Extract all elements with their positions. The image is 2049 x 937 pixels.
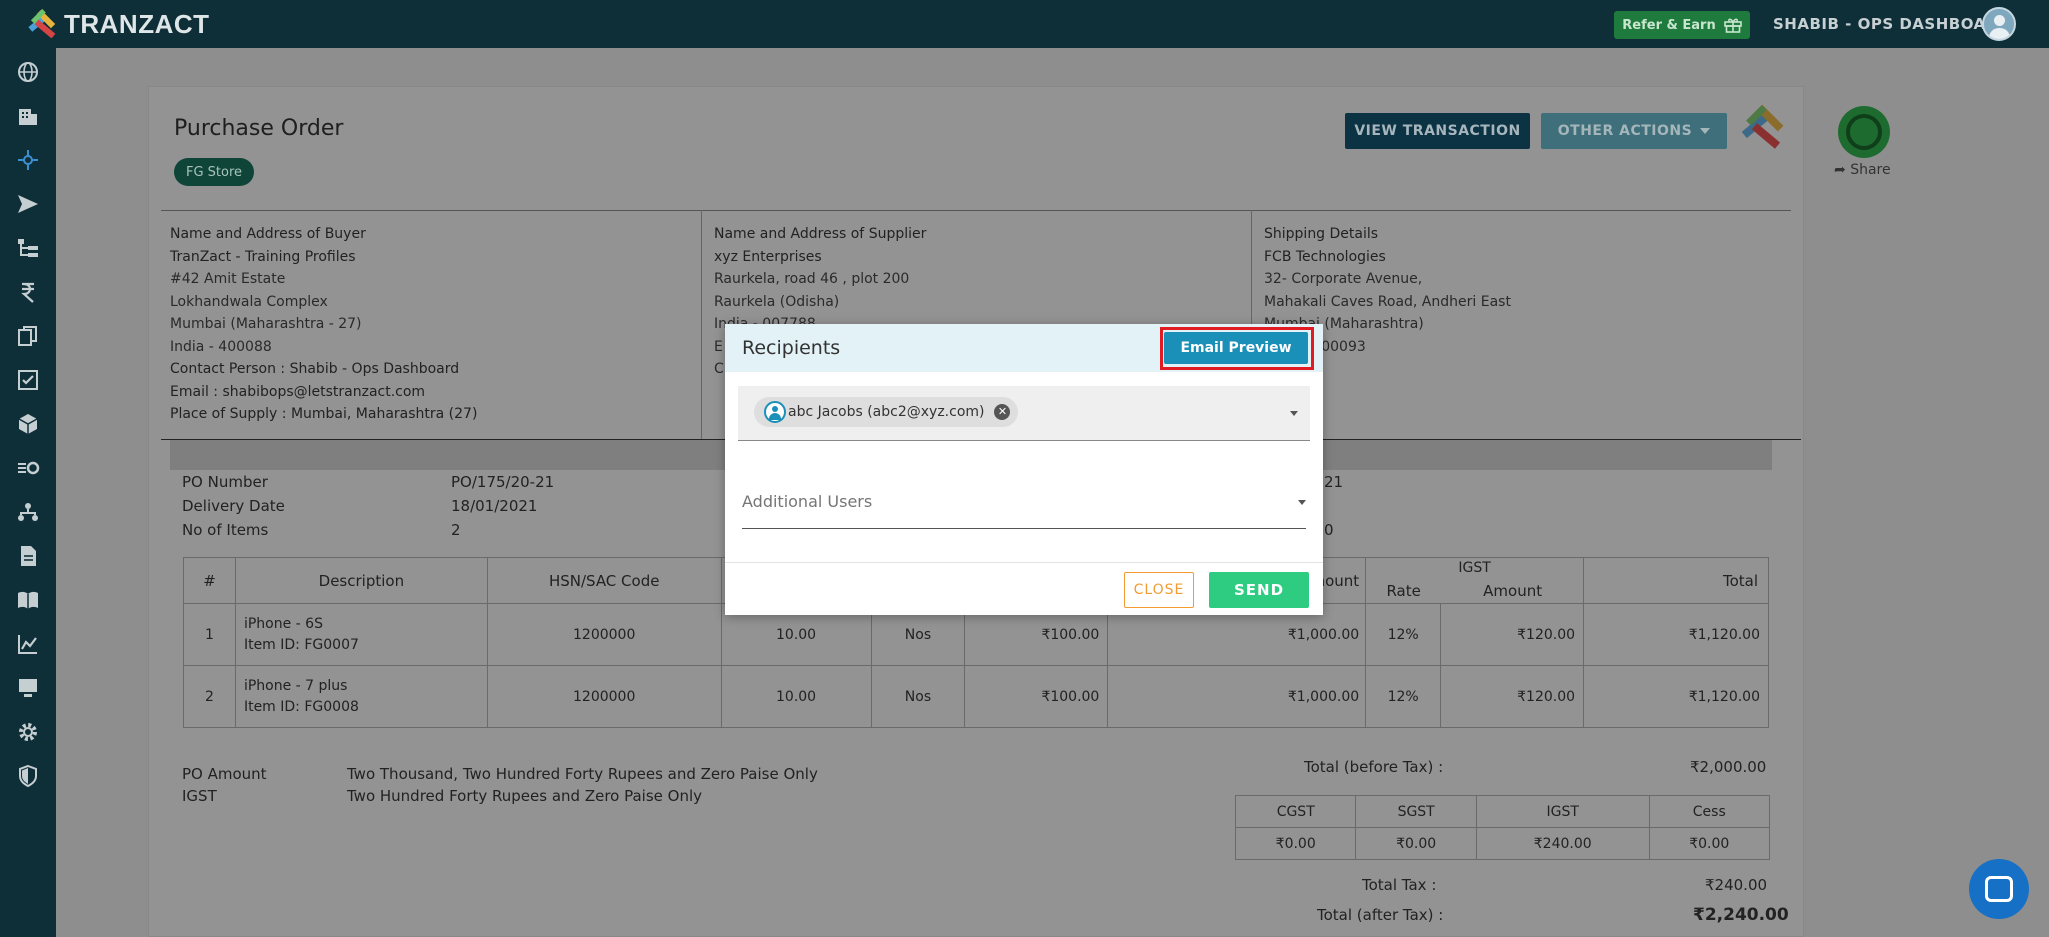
user-icon (764, 401, 786, 423)
col-hsn: HSN/SAC Code (486, 557, 722, 604)
after-tax-label: Total (after Tax) : (1317, 906, 1444, 924)
close-button[interactable]: CLOSE (1124, 572, 1194, 608)
recipients-modal: Recipients Email Preview abc Jacobs (abc… (725, 324, 1323, 615)
buyer-email: Email : shabibops@letstranzact.com (170, 384, 426, 400)
send-button[interactable]: SEND (1209, 572, 1309, 608)
other-actions-label: OTHER ACTIONS (1557, 123, 1693, 139)
meta-right-1: 21 (1324, 473, 1344, 491)
modal-title: Recipients (742, 337, 841, 359)
refer-label: Refer & Earn (1622, 17, 1716, 33)
modal-divider (725, 562, 1323, 563)
additional-users-underline (742, 528, 1306, 529)
chat-icon[interactable] (1969, 859, 2029, 919)
plus-icon[interactable] (16, 148, 40, 172)
close-icon[interactable]: ✕ (994, 404, 1011, 420)
shipping-line2: Mahakali Caves Road, Andheri East (1264, 294, 1511, 310)
shipping-name: FCB Technologies (1264, 249, 1386, 265)
total-tax-label: Total Tax : (1362, 876, 1437, 894)
delivery-date: 18/01/2021 (451, 497, 538, 515)
user-name[interactable]: SHABIB - OPS DASHBOARD (1773, 15, 2011, 33)
globe-icon[interactable] (16, 60, 40, 84)
avatar[interactable] (1982, 7, 2016, 41)
before-tax-label: Total (before Tax) : (1304, 758, 1444, 776)
buyer-name: TranZact - Training Profiles (170, 249, 356, 265)
box-icon[interactable] (16, 412, 40, 436)
po-amount-words: Two Thousand, Two Hundred Forty Rupees a… (347, 765, 818, 783)
brand-name: TRANZACT (64, 8, 210, 39)
buyer-line3: Mumbai (Maharashtra - 27) (170, 316, 362, 332)
sidebar (0, 48, 56, 937)
po-number-label: PO Number (182, 473, 268, 491)
buyer-supply: Place of Supply : Mumbai, Maharashtra (2… (170, 406, 478, 422)
email-preview-button[interactable]: Email Preview (1164, 332, 1308, 364)
share-label: Share (1850, 162, 1891, 178)
table-row: 2 iPhone - 7 plus Item ID: FG0008 1200000… (183, 665, 1769, 728)
igst-label: IGST (182, 787, 217, 805)
hierarchy-icon[interactable] (16, 236, 40, 260)
buyer-contact: Contact Person : Shabib - Ops Dashboard (170, 361, 460, 377)
buyer-line2: Lokhandwala Complex (170, 294, 328, 310)
view-transaction-button[interactable]: VIEW TRANSACTION (1345, 113, 1530, 149)
file-icon[interactable] (16, 544, 40, 568)
other-actions-button[interactable]: OTHER ACTIONS (1541, 113, 1727, 149)
col-description: Description (234, 557, 488, 604)
buyer-line4: India - 400088 (170, 339, 272, 355)
tranzact-mark-icon (1741, 104, 1784, 149)
gift-icon (1723, 18, 1742, 33)
book-icon[interactable] (16, 588, 40, 612)
monitor-icon[interactable] (16, 676, 40, 700)
buyer-heading: Name and Address of Buyer (170, 226, 366, 242)
col-total: Total (1583, 557, 1769, 604)
before-tax-value: ₹2,000.00 (1690, 758, 1767, 776)
chevron-down-icon[interactable] (1290, 411, 1298, 416)
org-icon[interactable] (16, 500, 40, 524)
supplier-line2: Raurkela (Odisha) (714, 294, 840, 310)
col-num: # (183, 557, 236, 604)
recipients-select[interactable]: abc Jacobs (abc2@xyz.com) ✕ (738, 386, 1310, 441)
modal-header: Recipients Email Preview (725, 324, 1323, 372)
shipping-line1: 32- Corporate Avenue, (1264, 271, 1423, 287)
delivery-date-label: Delivery Date (182, 497, 285, 515)
share-button[interactable]: ➦ Share (1834, 162, 1891, 178)
refer-earn-button[interactable]: Refer & Earn (1614, 11, 1750, 39)
chart-icon[interactable] (16, 632, 40, 656)
workflow-icon[interactable] (16, 456, 40, 480)
igst-words: Two Hundred Forty Rupees and Zero Paise … (347, 787, 703, 805)
chevron-down-icon (1700, 128, 1711, 134)
chevron-down-icon[interactable] (1298, 500, 1306, 505)
documents-icon[interactable] (16, 324, 40, 348)
item-count-label: No of Items (182, 521, 269, 539)
shipping-heading: Shipping Details (1264, 226, 1379, 242)
after-tax-value: ₹2,240.00 (1693, 905, 1789, 925)
supplier-name: xyz Enterprises (714, 249, 822, 265)
page-title: Purchase Order (174, 116, 344, 141)
buyer-line1: #42 Amit Estate (170, 271, 286, 287)
gear-icon[interactable] (16, 720, 40, 744)
supplier-line1: Raurkela, road 46 , plot 200 (714, 271, 910, 287)
whatsapp-icon[interactable] (1838, 106, 1890, 158)
brand-logo[interactable]: TRANZACT (24, 6, 210, 42)
checklist-icon[interactable] (16, 368, 40, 392)
supplier-heading: Name and Address of Supplier (714, 226, 927, 242)
supplier-line5: C (714, 361, 724, 377)
shield-icon[interactable] (16, 764, 40, 788)
po-number: PO/175/20-21 (451, 473, 555, 491)
supplier-line4: E (714, 339, 723, 355)
tranzact-logo-icon (28, 8, 56, 39)
send-icon[interactable] (16, 192, 40, 216)
recipient-chip-label: abc Jacobs (abc2@xyz.com) (788, 404, 985, 420)
total-tax-value: ₹240.00 (1705, 876, 1768, 894)
top-bar: TRANZACT Refer & Earn SHABIB - OPS DASHB… (0, 0, 2049, 48)
additional-users-select[interactable]: Additional Users (742, 492, 872, 511)
item-count: 2 (451, 521, 461, 539)
rupee-icon[interactable] (16, 280, 40, 304)
po-amount-label: PO Amount (182, 765, 267, 783)
recipient-chip[interactable]: abc Jacobs (abc2@xyz.com) ✕ (754, 397, 1019, 427)
col-igst: IGST Rate Amount (1365, 557, 1585, 604)
meta-right-2: 0 (1324, 521, 1334, 539)
tax-table: CGST SGST IGST Cess ₹0.00 ₹0.00 ₹240.00 ₹0.00 (1234, 795, 1771, 860)
building-icon[interactable] (16, 104, 40, 128)
store-badge: FG Store (174, 158, 254, 186)
